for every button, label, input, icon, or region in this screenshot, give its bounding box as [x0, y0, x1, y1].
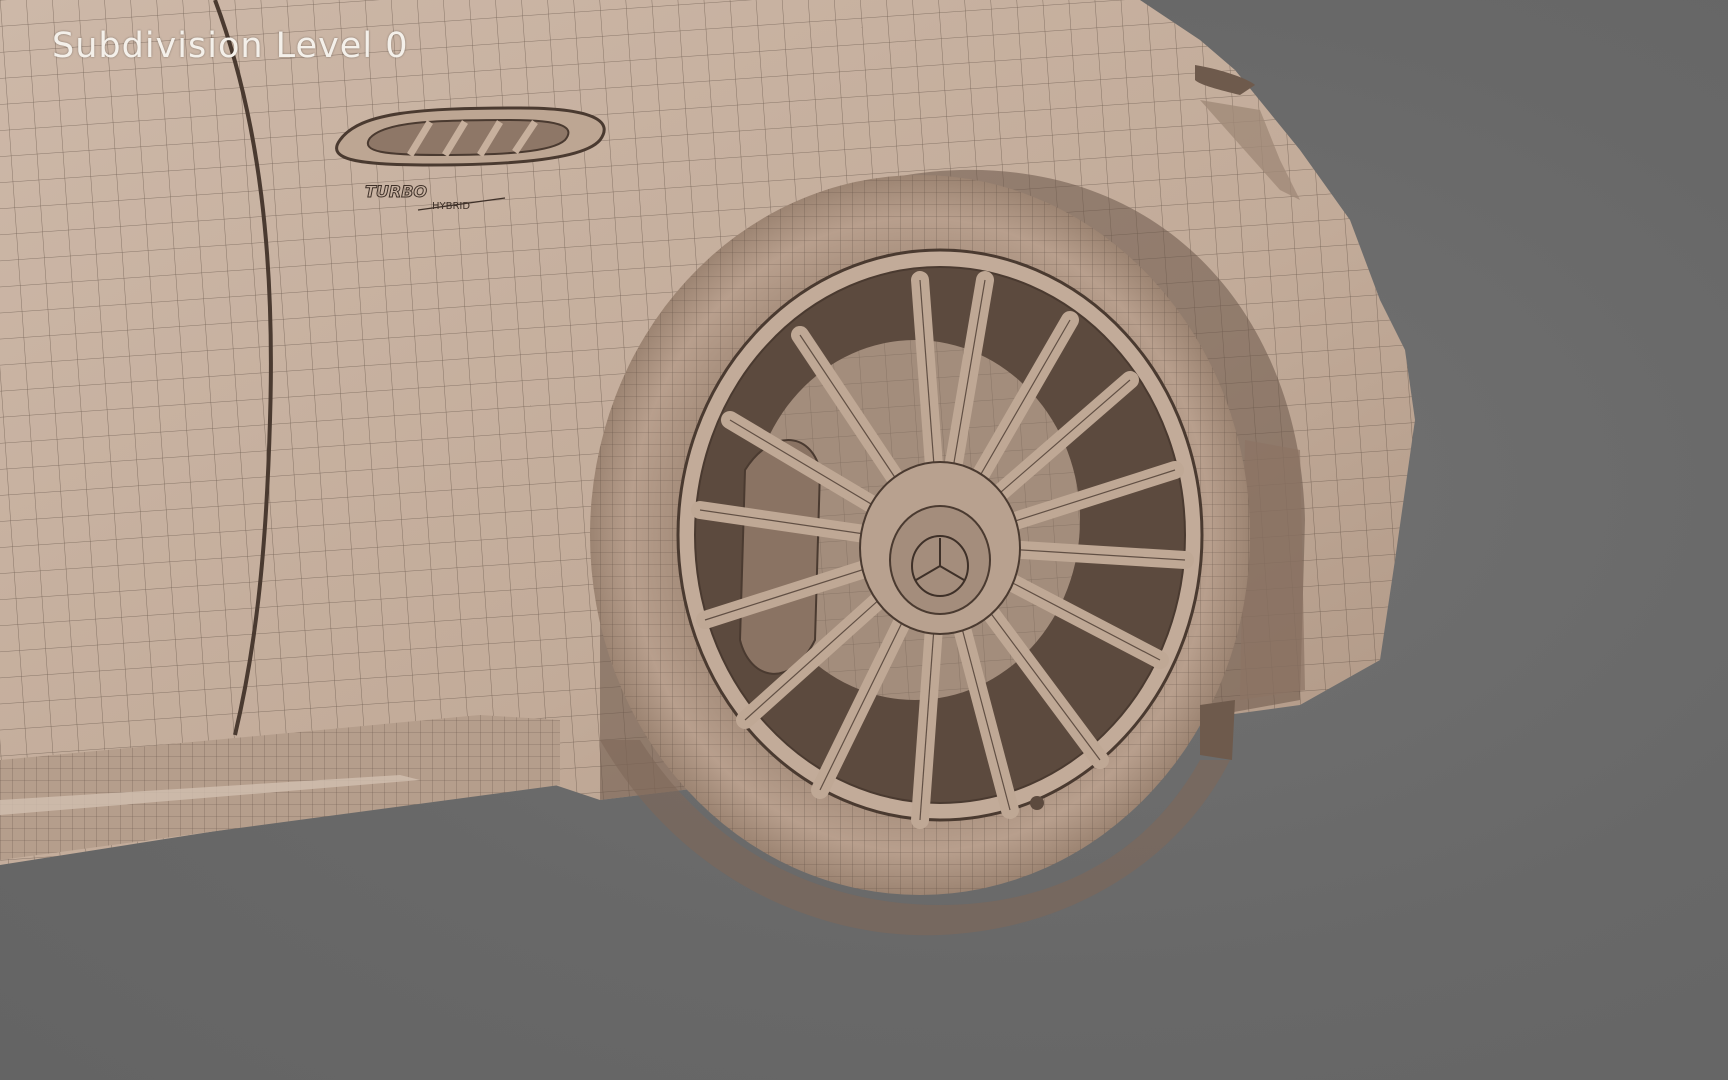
front-splitter	[1200, 700, 1235, 760]
tire-valve	[1030, 796, 1044, 810]
car-wireframe-render: TURBO HYBRID	[0, 0, 1415, 936]
subdivision-level-label: Subdivision Level 0	[52, 26, 409, 66]
3d-viewport[interactable]: TURBO HYBRID Subdivision Level 0	[0, 0, 1728, 1080]
svg-text:TURBO: TURBO	[365, 182, 427, 201]
front-wheel	[590, 175, 1250, 936]
svg-text:HYBRID: HYBRID	[432, 201, 470, 212]
